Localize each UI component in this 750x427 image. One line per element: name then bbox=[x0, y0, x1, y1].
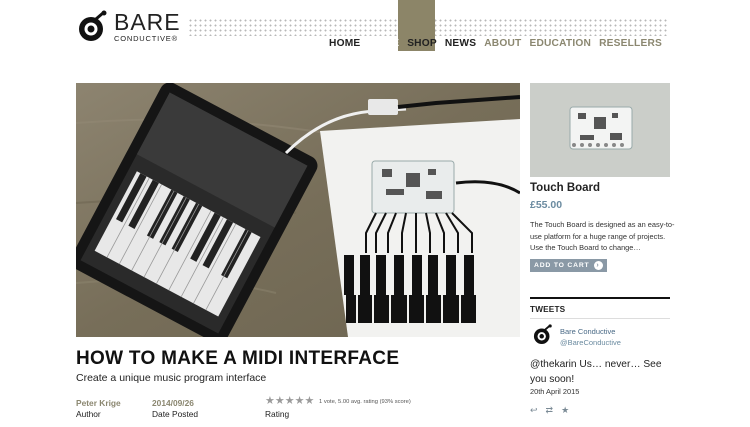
brand-name: BARE bbox=[114, 9, 181, 36]
brand-logo[interactable]: BARE CONDUCTIVE® bbox=[76, 10, 181, 44]
page-title: HOW TO MAKE A MIDI INTERFACE bbox=[76, 348, 400, 369]
product-price: £55.00 bbox=[530, 199, 563, 211]
nav-item-home[interactable]: HOME bbox=[325, 37, 364, 51]
star-icon[interactable]: ★ bbox=[305, 396, 315, 407]
tweet-author-name[interactable]: Bare Conductive bbox=[560, 327, 615, 336]
author-label: Author bbox=[76, 409, 101, 419]
nav-item-make[interactable]: MAKE bbox=[364, 37, 403, 51]
brand-subname: CONDUCTIVE bbox=[114, 34, 172, 44]
nav-item-news[interactable]: NEWS bbox=[441, 37, 480, 51]
star-icon[interactable]: ★ bbox=[285, 396, 295, 407]
page-subtitle: Create a unique music program interface bbox=[76, 372, 267, 384]
chevron-right-icon: › bbox=[593, 261, 603, 270]
product-name[interactable]: Touch Board bbox=[530, 182, 600, 194]
author-name[interactable]: Peter Krige bbox=[76, 398, 121, 408]
main-nav: HOME MAKE SHOP NEWS ABOUT EDUCATION RESE… bbox=[325, 37, 666, 51]
date-posted-value: 2014/09/26 bbox=[152, 398, 194, 408]
tweet-actions: ↩ ⇄ ★ bbox=[530, 405, 569, 416]
tweet-author-handle[interactable]: @BareConductive bbox=[560, 338, 621, 347]
add-to-cart-button[interactable]: ADD TO CART › bbox=[530, 259, 607, 272]
tweets-heading: TWEETS bbox=[530, 305, 566, 314]
rating-label: Rating bbox=[265, 409, 290, 419]
rating-note: 1 vote, 5.00 avg. rating (93% score) bbox=[319, 399, 411, 405]
product-description: The Touch Board is designed as an easy-t… bbox=[530, 220, 675, 252]
date-posted-label: Date Posted bbox=[152, 409, 199, 419]
hero-image bbox=[76, 83, 520, 337]
bare-conductive-logo-icon bbox=[76, 10, 110, 44]
twitter-avatar-icon[interactable] bbox=[532, 324, 554, 346]
product-image-touch-board[interactable] bbox=[530, 83, 670, 177]
star-icon[interactable]: ★ bbox=[295, 396, 305, 407]
tweets-divider-top bbox=[530, 297, 670, 299]
tweet-text: @thekarin Us… never… See you soon! bbox=[530, 359, 662, 385]
nav-item-resellers[interactable]: RESELLERS bbox=[595, 37, 666, 51]
retweet-icon[interactable]: ⇄ bbox=[546, 405, 554, 416]
tweets-divider bbox=[530, 318, 670, 319]
add-to-cart-label: ADD TO CART bbox=[534, 262, 590, 269]
tweet-date[interactable]: 20th April 2015 bbox=[530, 387, 579, 396]
brand-registered-mark: ® bbox=[171, 34, 178, 44]
nav-item-education[interactable]: EDUCATION bbox=[525, 37, 595, 51]
reply-icon[interactable]: ↩ bbox=[530, 405, 538, 416]
nav-item-about[interactable]: ABOUT bbox=[480, 37, 525, 51]
favorite-icon[interactable]: ★ bbox=[561, 405, 569, 416]
star-icon[interactable]: ★ bbox=[275, 396, 285, 407]
star-icon[interactable]: ★ bbox=[265, 396, 275, 407]
rating-stars: ★ ★ ★ ★ ★ bbox=[265, 396, 314, 407]
nav-item-shop[interactable]: SHOP bbox=[403, 37, 441, 51]
